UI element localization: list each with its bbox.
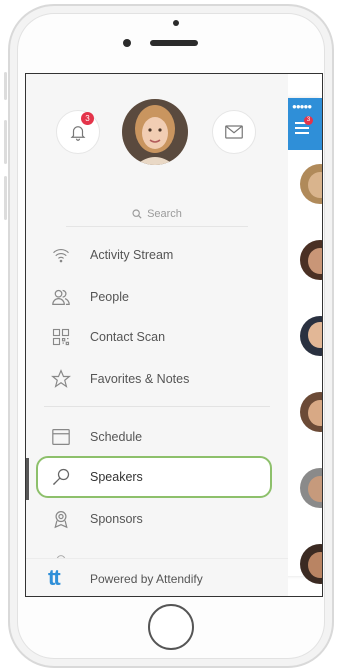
- menu-item-schedule[interactable]: Schedule: [26, 416, 288, 458]
- drawer-header: 3: [26, 74, 288, 186]
- phone-side-button: [4, 72, 7, 100]
- speaker-avatar[interactable]: [300, 392, 322, 432]
- speaker-avatar[interactable]: [300, 544, 322, 584]
- bell-icon: [70, 126, 86, 141]
- menu-item-label: Sponsors: [90, 512, 143, 526]
- people-icon: [50, 286, 72, 308]
- menu-item-label: Speakers: [90, 470, 143, 484]
- speaker-avatar[interactable]: [300, 164, 322, 204]
- phone-sensor: [123, 39, 131, 47]
- user-photo: [122, 99, 188, 165]
- microphone-icon: [50, 466, 72, 488]
- attendify-logo: tt: [48, 565, 61, 590]
- menu-item-sponsors[interactable]: Sponsors: [26, 498, 288, 540]
- phone-camera: [173, 20, 179, 26]
- menu-item-label: Activity Stream: [90, 248, 174, 262]
- signal-dots: ●●●●●: [292, 102, 312, 111]
- menu-item-people[interactable]: People: [26, 276, 288, 318]
- phone-volume-up: [4, 120, 7, 164]
- avatar[interactable]: [122, 99, 188, 165]
- menu-item-activity-stream[interactable]: Activity Stream: [26, 234, 288, 276]
- menu-item-favorites-notes[interactable]: Favorites & Notes: [26, 358, 288, 400]
- sponsor-badge-icon: [50, 508, 72, 530]
- menu-item-label: Favorites & Notes: [90, 372, 190, 386]
- search-placeholder: Search: [147, 208, 182, 220]
- menu-item-contact-scan[interactable]: Contact Scan: [26, 316, 288, 358]
- speaker-avatar[interactable]: [300, 316, 322, 356]
- app-screen: ●●●●● 3 3 Search Activity Stream People …: [25, 73, 323, 597]
- search-input[interactable]: Search: [66, 202, 248, 227]
- notification-badge: 3: [81, 112, 94, 125]
- phone-volume-down: [4, 176, 7, 220]
- speaker-avatar[interactable]: [300, 468, 322, 508]
- menu-item-speakers[interactable]: Speakers: [26, 456, 288, 498]
- side-drawer: 3 Search Activity Stream People Contact …: [26, 74, 288, 596]
- menu-item-label: People: [90, 290, 129, 304]
- notifications-button[interactable]: 3: [56, 110, 100, 154]
- mail-icon: [225, 125, 243, 139]
- menu-item-label: Schedule: [90, 430, 143, 444]
- messages-button[interactable]: [212, 110, 256, 154]
- phone-speaker: [150, 40, 198, 46]
- main-content-peek[interactable]: ●●●●● 3: [286, 98, 322, 584]
- menu-badge: 3: [304, 116, 313, 125]
- calendar-icon: [50, 426, 72, 448]
- menu-divider: [44, 406, 270, 407]
- drawer-footer: tt Powered by Attendify: [26, 558, 288, 596]
- search-icon: [132, 209, 142, 219]
- wifi-icon: [50, 244, 72, 266]
- menu-item-label: Contact Scan: [90, 330, 166, 344]
- home-button[interactable]: [148, 604, 194, 650]
- powered-by-text: Powered by Attendify: [90, 572, 203, 586]
- main-header: ●●●●● 3: [286, 98, 322, 150]
- qr-scan-icon: [50, 326, 72, 348]
- star-icon: [50, 368, 72, 390]
- speaker-avatar[interactable]: [300, 240, 322, 280]
